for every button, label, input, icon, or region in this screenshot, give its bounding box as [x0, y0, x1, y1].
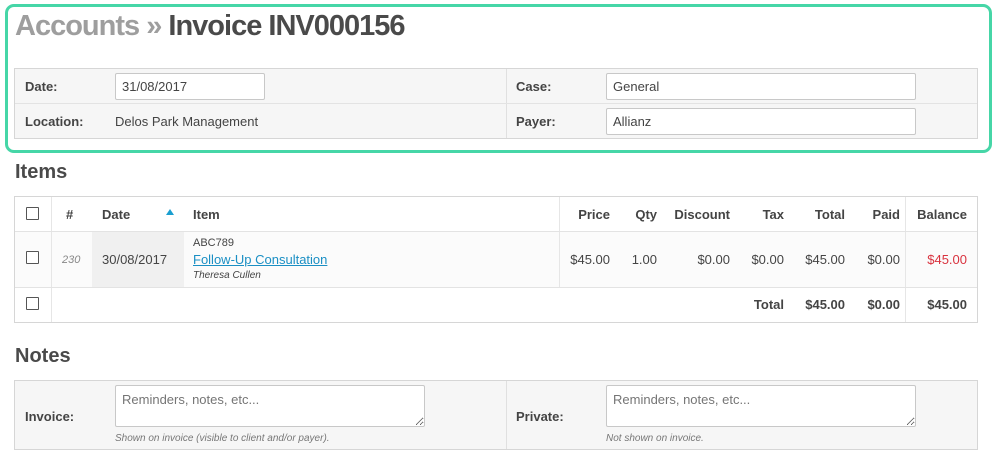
- row-balance: $45.00: [927, 252, 967, 267]
- row-paid: $0.00: [867, 252, 900, 267]
- row-discount: $0.00: [697, 252, 730, 267]
- table-row[interactable]: 230 30/08/2017 ABC789 Follow-Up Consulta…: [15, 232, 977, 288]
- breadcrumb-current: Invoice INV000156: [168, 10, 405, 42]
- item-name-link[interactable]: Follow-Up Consultation: [193, 252, 327, 267]
- totals-total: $45.00: [805, 297, 845, 312]
- case-field[interactable]: General: [606, 73, 916, 100]
- page-title: Accounts » Invoice INV000156: [15, 10, 406, 43]
- breadcrumb-accounts[interactable]: Accounts: [15, 10, 140, 42]
- invoice-notes-hint: Shown on invoice (visible to client and/…: [115, 433, 330, 444]
- sort-ascending-icon[interactable]: [166, 209, 174, 215]
- private-notes-hint: Not shown on invoice.: [606, 433, 704, 444]
- location-value: Delos Park Management: [115, 114, 259, 129]
- private-notes-input[interactable]: [606, 385, 916, 427]
- items-title: Items: [15, 161, 68, 183]
- header-row-date-case: Date: 31/08/2017 Case: General: [15, 69, 977, 104]
- column-discount[interactable]: Discount: [674, 207, 730, 222]
- invoice-header-panel: Date: 31/08/2017 Case: General Location:…: [14, 68, 978, 139]
- item-provider: Theresa Cullen: [193, 270, 261, 281]
- column-divider: [51, 288, 52, 322]
- invoice-notes-label: Invoice:: [25, 409, 75, 424]
- column-price[interactable]: Price: [578, 207, 610, 222]
- column-divider: [559, 232, 560, 287]
- notes-panel: Invoice: Shown on invoice (visible to cl…: [14, 380, 978, 450]
- breadcrumb-separator: »: [146, 10, 162, 42]
- date-label: Date:: [25, 79, 58, 94]
- private-notes-label: Private:: [516, 409, 564, 424]
- totals-checkbox[interactable]: [26, 297, 39, 310]
- column-date[interactable]: Date: [102, 207, 130, 222]
- payer-label: Payer:: [516, 114, 556, 129]
- row-total: $45.00: [805, 252, 845, 267]
- row-qty: 1.00: [631, 252, 657, 267]
- column-item[interactable]: Item: [193, 207, 220, 222]
- item-code: ABC789: [193, 237, 234, 249]
- column-divider: [905, 232, 906, 287]
- row-checkbox[interactable]: [26, 251, 39, 264]
- column-tax[interactable]: Tax: [763, 207, 784, 222]
- header-row-location-payer: Location: Delos Park Management Payer: A…: [15, 104, 977, 139]
- totals-balance: $45.00: [927, 297, 967, 312]
- invoice-notes-input[interactable]: [115, 385, 425, 427]
- location-label: Location:: [25, 114, 84, 129]
- column-number[interactable]: #: [66, 207, 73, 222]
- totals-label: Total: [753, 297, 784, 312]
- notes-divider: [506, 381, 507, 449]
- totals-row: Total $45.00 $0.00 $45.00: [15, 288, 977, 322]
- column-balance[interactable]: Balance: [917, 207, 967, 222]
- totals-paid: $0.00: [867, 297, 900, 312]
- column-divider: [905, 197, 906, 231]
- column-divider: [905, 288, 906, 322]
- column-divider: [51, 197, 52, 231]
- row-tax: $0.00: [751, 252, 784, 267]
- select-all-checkbox[interactable]: [26, 207, 39, 220]
- items-header-row: # Date Item Price Qty Discount Tax Total…: [15, 197, 977, 232]
- column-qty[interactable]: Qty: [635, 207, 657, 222]
- items-table: # Date Item Price Qty Discount Tax Total…: [14, 196, 978, 323]
- date-field[interactable]: 31/08/2017: [115, 73, 265, 100]
- case-label: Case:: [516, 79, 552, 94]
- column-divider: [51, 232, 52, 287]
- column-divider: [559, 197, 560, 231]
- row-date: 30/08/2017: [102, 252, 168, 267]
- notes-title: Notes: [15, 345, 71, 367]
- row-price: $45.00: [570, 252, 610, 267]
- payer-field[interactable]: Allianz: [606, 108, 916, 135]
- column-paid[interactable]: Paid: [873, 207, 900, 222]
- row-number: 230: [62, 254, 81, 266]
- column-total[interactable]: Total: [815, 207, 845, 222]
